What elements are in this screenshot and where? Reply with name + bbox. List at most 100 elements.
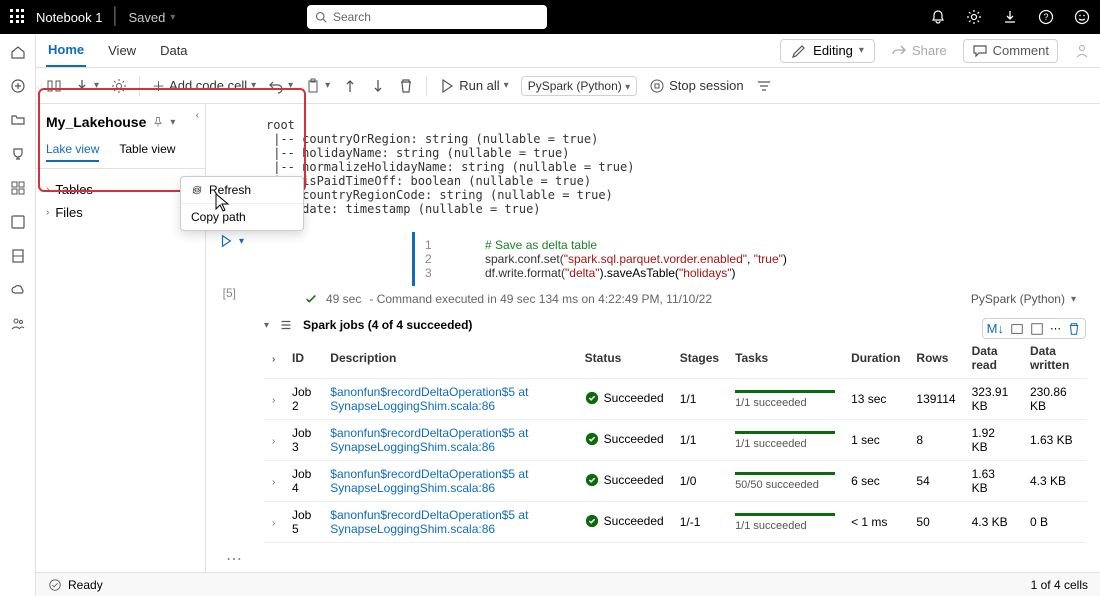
tab-home[interactable]: Home [46,34,86,67]
stop-session-button[interactable]: Stop session [649,78,743,94]
list-icon [279,318,293,332]
stop-icon [649,78,665,94]
columns-icon[interactable] [46,78,62,94]
chevron-right-icon: › [46,184,49,195]
search-input[interactable]: Search [307,5,547,29]
move-down-icon[interactable] [370,78,386,94]
undo-button[interactable]: ▾ [268,78,293,94]
toolbar: ▾ ＋Add code cell▾ ▾ ▾ Run all▾ PySpark (… [36,68,1100,104]
comment-icon [972,43,988,59]
help-icon[interactable]: ? [1038,9,1054,25]
expand-icon[interactable] [1030,322,1044,336]
ctx-copy-path[interactable]: Copy path [181,204,303,230]
statusbar: Ready 1 of 4 cells [36,572,1100,596]
topbar: Notebook 1 │ Saved▾ Search ? [0,0,1100,34]
cursor-icon [214,192,232,214]
bell-icon[interactable] [930,9,946,25]
output-icon[interactable] [1010,322,1024,336]
share-icon [891,43,907,59]
dropdown-icon[interactable]: ▾ [74,78,99,94]
comment-button[interactable]: Comment [963,39,1058,63]
job-link[interactable]: $anonfun$recordDeltaOperation$5 at Synap… [330,508,528,536]
chevron-down-icon[interactable]: ▾ [239,236,244,247]
add-code-cell-button[interactable]: ＋Add code cell▾ [152,76,256,95]
tree-files[interactable]: ›Files [46,201,195,224]
delete-icon[interactable] [398,78,414,94]
job-link[interactable]: $anonfun$recordDeltaOperation$5 at Synap… [330,467,528,495]
tab-data[interactable]: Data [158,34,189,67]
cell-exec-count: [5] [206,286,246,300]
gear-icon[interactable] [966,9,982,25]
ctx-refresh[interactable]: Refresh [181,177,303,203]
editing-button[interactable]: Editing ▾ [780,39,875,63]
database-icon[interactable] [10,214,26,230]
table-row: › Job 3 $anonfun$recordDeltaOperation$5 … [264,420,1086,461]
notebook-title[interactable]: Notebook 1 [36,10,103,25]
spark-jobs-header[interactable]: ▾ Spark jobs (4 of 4 succeeded) [206,312,1100,338]
job-link[interactable]: $anonfun$recordDeltaOperation$5 at Synap… [330,426,528,454]
job-link[interactable]: $anonfun$recordDeltaOperation$5 at Synap… [330,385,528,413]
clipboard-button[interactable]: ▾ [305,78,330,94]
more-icon[interactable]: ⋯ [1050,322,1061,335]
settings-gear-icon[interactable] [111,78,127,94]
table-row: › Job 2 $anonfun$recordDeltaOperation$5 … [264,379,1086,420]
share-button[interactable]: Share [891,43,947,59]
run-cell-icon[interactable] [219,234,233,248]
notebook-area: root |-- countryOrRegion: string (nullab… [206,104,1100,572]
chevron-down-icon[interactable]: ▾ [170,117,175,128]
spark-jobs-table: › ID Description Status Stages Tasks Dur… [264,338,1086,543]
play-icon [439,78,455,94]
person-icon[interactable] [1074,43,1090,59]
kernel-select[interactable]: PySpark (Python) ▾ [521,76,637,96]
chevron-right-icon[interactable]: › [272,395,275,406]
download-icon[interactable] [1002,9,1018,25]
more-icon[interactable]: ⋯ [226,549,1086,569]
tab-view[interactable]: View [106,34,138,67]
chevron-right-icon[interactable]: › [272,477,275,488]
cell-lang[interactable]: PySpark (Python)▾ [971,292,1086,306]
trophy-icon[interactable] [10,146,26,162]
app-icon[interactable] [10,180,26,196]
cloud-icon[interactable] [10,282,26,298]
delete-cell-icon[interactable] [1067,322,1081,336]
table-view-tab[interactable]: Table view [119,142,175,162]
left-rail [0,34,36,596]
saved-indicator[interactable]: Saved▾ [129,10,176,25]
chevron-down-icon: ▾ [170,12,175,23]
chevron-down-icon: ▾ [264,320,269,331]
move-up-icon[interactable] [342,78,358,94]
cell-toolbar: M↓ ⋯ [982,318,1086,339]
lakehouse-name: My_Lakehouse [46,114,146,130]
pencil-icon [791,43,807,59]
chevron-down-icon: ▾ [859,45,864,56]
smile-icon[interactable] [1074,9,1090,25]
chevron-right-icon: › [46,207,49,218]
notebook-icon[interactable] [10,248,26,264]
code-cell[interactable]: ▾ 1# Save as delta table 2spark.conf.set… [412,232,1086,286]
check-circle-icon [48,578,62,592]
pin-icon[interactable] [152,116,164,128]
markdown-toggle[interactable]: M↓ [987,321,1004,336]
table-row: › Job 5 $anonfun$recordDeltaOperation$5 … [264,502,1086,543]
run-all-button[interactable]: Run all▾ [439,78,509,94]
search-icon [315,11,327,23]
chevron-right-icon[interactable]: › [272,518,275,529]
folder-icon[interactable] [10,112,26,128]
chevron-right-icon[interactable]: › [272,354,275,365]
collapse-sidebar-button[interactable]: ‹ [196,110,199,121]
lake-view-tab[interactable]: Lake view [46,142,99,162]
tree-tables[interactable]: ›Tables ⋯ [46,177,195,201]
home-icon[interactable] [10,44,26,60]
lakehouse-sidebar: ‹ My_Lakehouse ▾ Lake view Table view ›T… [36,104,206,572]
refresh-icon [191,184,203,196]
filter-icon[interactable] [756,78,772,94]
chevron-right-icon[interactable]: › [272,436,275,447]
waffle-icon[interactable] [10,9,26,25]
context-menu: Refresh Copy path [180,176,304,231]
table-row: › Job 4 $anonfun$recordDeltaOperation$5 … [264,461,1086,502]
add-icon[interactable] [10,78,26,94]
people-icon[interactable] [10,316,26,332]
svg-text:?: ? [1043,12,1048,22]
ribbon-tabs: Home View Data Editing ▾ Share Comment [36,34,1100,68]
check-icon [304,292,318,306]
